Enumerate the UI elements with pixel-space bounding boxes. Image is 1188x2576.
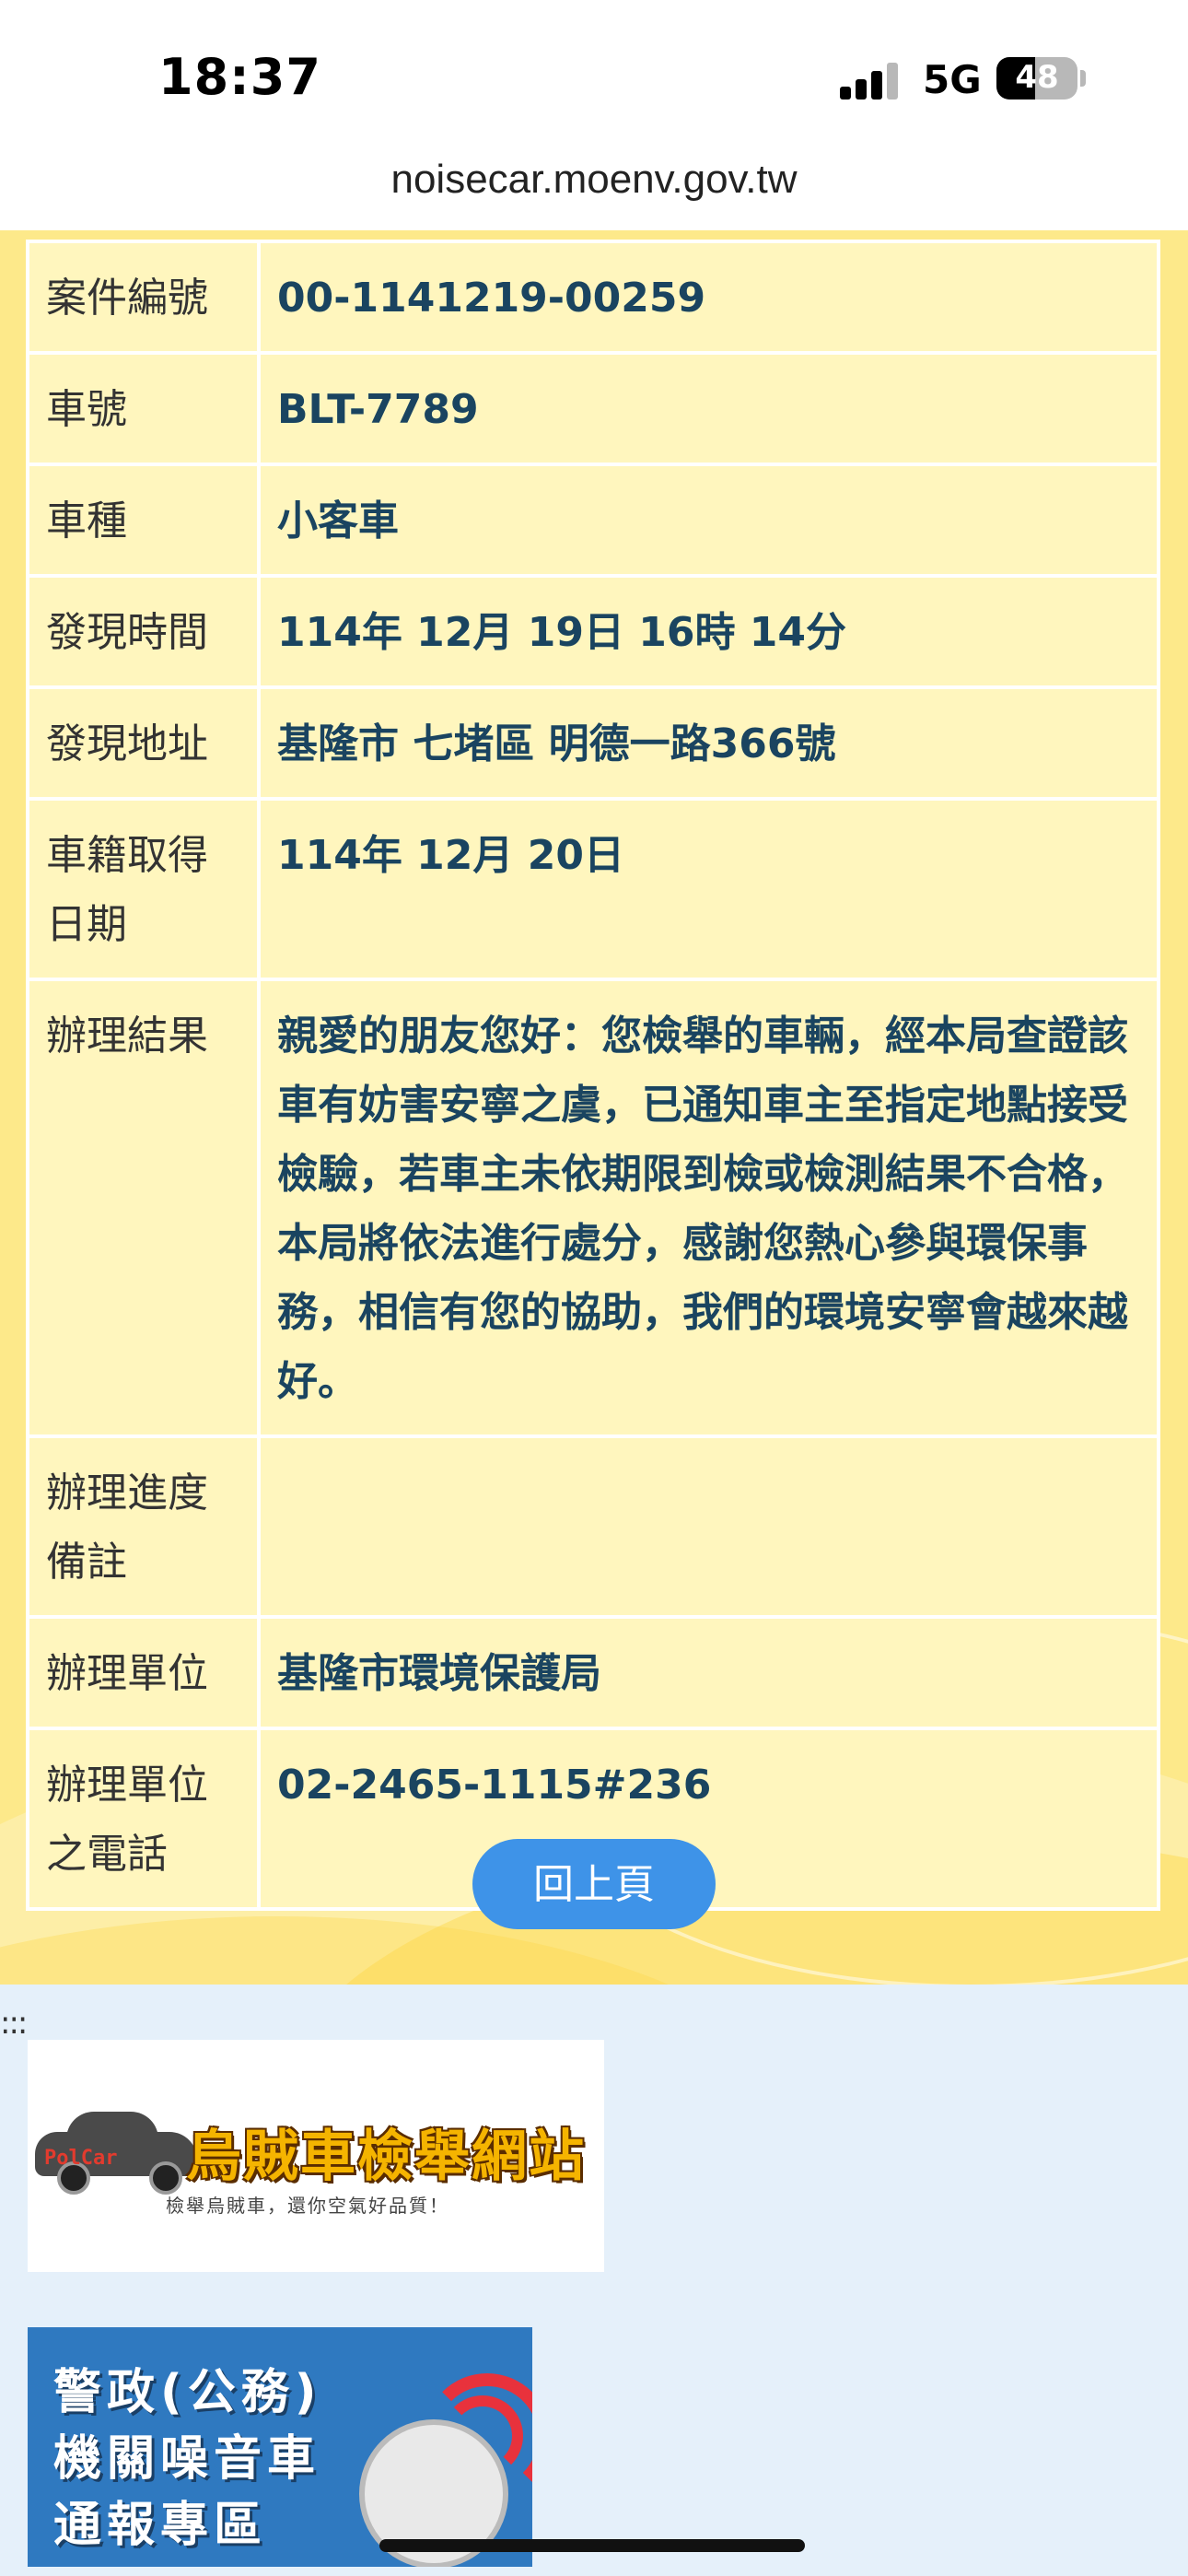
detail-row: 案件編號 00-1141219-00259	[29, 243, 1157, 351]
detail-label: 辦理單位	[29, 1619, 257, 1727]
back-button[interactable]: 回上頁	[472, 1839, 716, 1929]
detail-label: 案件編號	[29, 243, 257, 351]
status-bar: 18:37 5G 48 noisecar.moenv.gov.tw	[0, 0, 1188, 202]
detail-label: 車籍取得日期	[29, 801, 257, 978]
detail-label: 發現時間	[29, 578, 257, 685]
signal-icon	[840, 63, 899, 100]
detail-row: 辦理進度備註	[29, 1438, 1157, 1615]
detail-value: 114年 12月 20日	[261, 801, 1157, 978]
polcar-banner-subtitle: 檢舉烏賊車，還你空氣好品質！	[166, 2195, 449, 2217]
detail-row: 發現地址 基隆市 七堵區 明德一路366號	[29, 689, 1157, 797]
detail-value: 基隆市 七堵區 明德一路366號	[261, 689, 1157, 797]
polcar-banner-link[interactable]: PolCar 烏賊車檢舉網站 檢舉烏賊車，還你空氣好品質！	[28, 2040, 604, 2272]
detail-row: 辦理結果 親愛的朋友您好：您檢舉的車輛，經本局查證該車有妨害安寧之虞，已通知車主至…	[29, 981, 1157, 1434]
detail-label: 辦理結果	[29, 981, 257, 1434]
detail-row: 車籍取得日期 114年 12月 20日	[29, 801, 1157, 978]
address-bar-url[interactable]: noisecar.moenv.gov.tw	[0, 157, 1188, 203]
detail-label: 辦理進度備註	[29, 1438, 257, 1615]
case-detail-table: 案件編號 00-1141219-00259 車號 BLT-7789 車種 小客車 發現時間 1…	[26, 240, 1160, 1911]
network-type: 5G	[923, 57, 982, 102]
police-banner-line: 警政(公務)	[53, 2365, 322, 2420]
detail-value	[261, 1438, 1157, 1615]
status-time: 18:37	[158, 48, 321, 106]
detail-value: 小客車	[261, 466, 1157, 574]
polcar-logo-text: PolCar	[44, 2147, 118, 2170]
detail-label: 車種	[29, 466, 257, 574]
accesskey-marker[interactable]: :::	[0, 2005, 28, 2042]
detail-row: 車號 BLT-7789	[29, 355, 1157, 463]
detail-value: 00-1141219-00259	[261, 243, 1157, 351]
detail-value: 親愛的朋友您好：您檢舉的車輛，經本局查證該車有妨害安寧之虞，已通知車主至指定地點…	[261, 981, 1157, 1434]
battery-tip	[1080, 70, 1086, 87]
detail-label: 辦理單位之電話	[29, 1730, 257, 1907]
detail-label: 發現地址	[29, 689, 257, 797]
battery-icon: 48	[996, 57, 1077, 100]
footer: ::: PolCar 烏賊車檢舉網站 檢舉烏賊車，還你空氣好品質！ 警政(公務)…	[0, 1985, 1188, 2576]
detail-row: 發現時間 114年 12月 19日 16時 14分	[29, 578, 1157, 685]
satellite-dish-icon	[341, 2364, 532, 2567]
detail-value: 基隆市環境保護局	[261, 1619, 1157, 1727]
detail-row: 車種 小客車	[29, 466, 1157, 574]
detail-label: 車號	[29, 355, 257, 463]
case-detail-panel: 案件編號 00-1141219-00259 車號 BLT-7789 車種 小客車 發現時間 1…	[0, 230, 1188, 1985]
police-banner-line: 機關噪音車	[53, 2431, 321, 2487]
polcar-banner-title: 烏賊車檢舉網站	[186, 2125, 586, 2189]
detail-value: 114年 12月 19日 16時 14分	[261, 578, 1157, 685]
detail-row: 辦理單位 基隆市環境保護局	[29, 1619, 1157, 1727]
car-icon: PolCar	[35, 2112, 197, 2195]
police-banner-line: 通報專區	[53, 2498, 268, 2553]
battery-level: 48	[1015, 59, 1059, 96]
detail-value: BLT-7789	[261, 355, 1157, 463]
police-noise-report-banner-link[interactable]: 警政(公務) 機關噪音車 通報專區	[28, 2327, 532, 2567]
home-indicator[interactable]	[379, 2539, 805, 2552]
